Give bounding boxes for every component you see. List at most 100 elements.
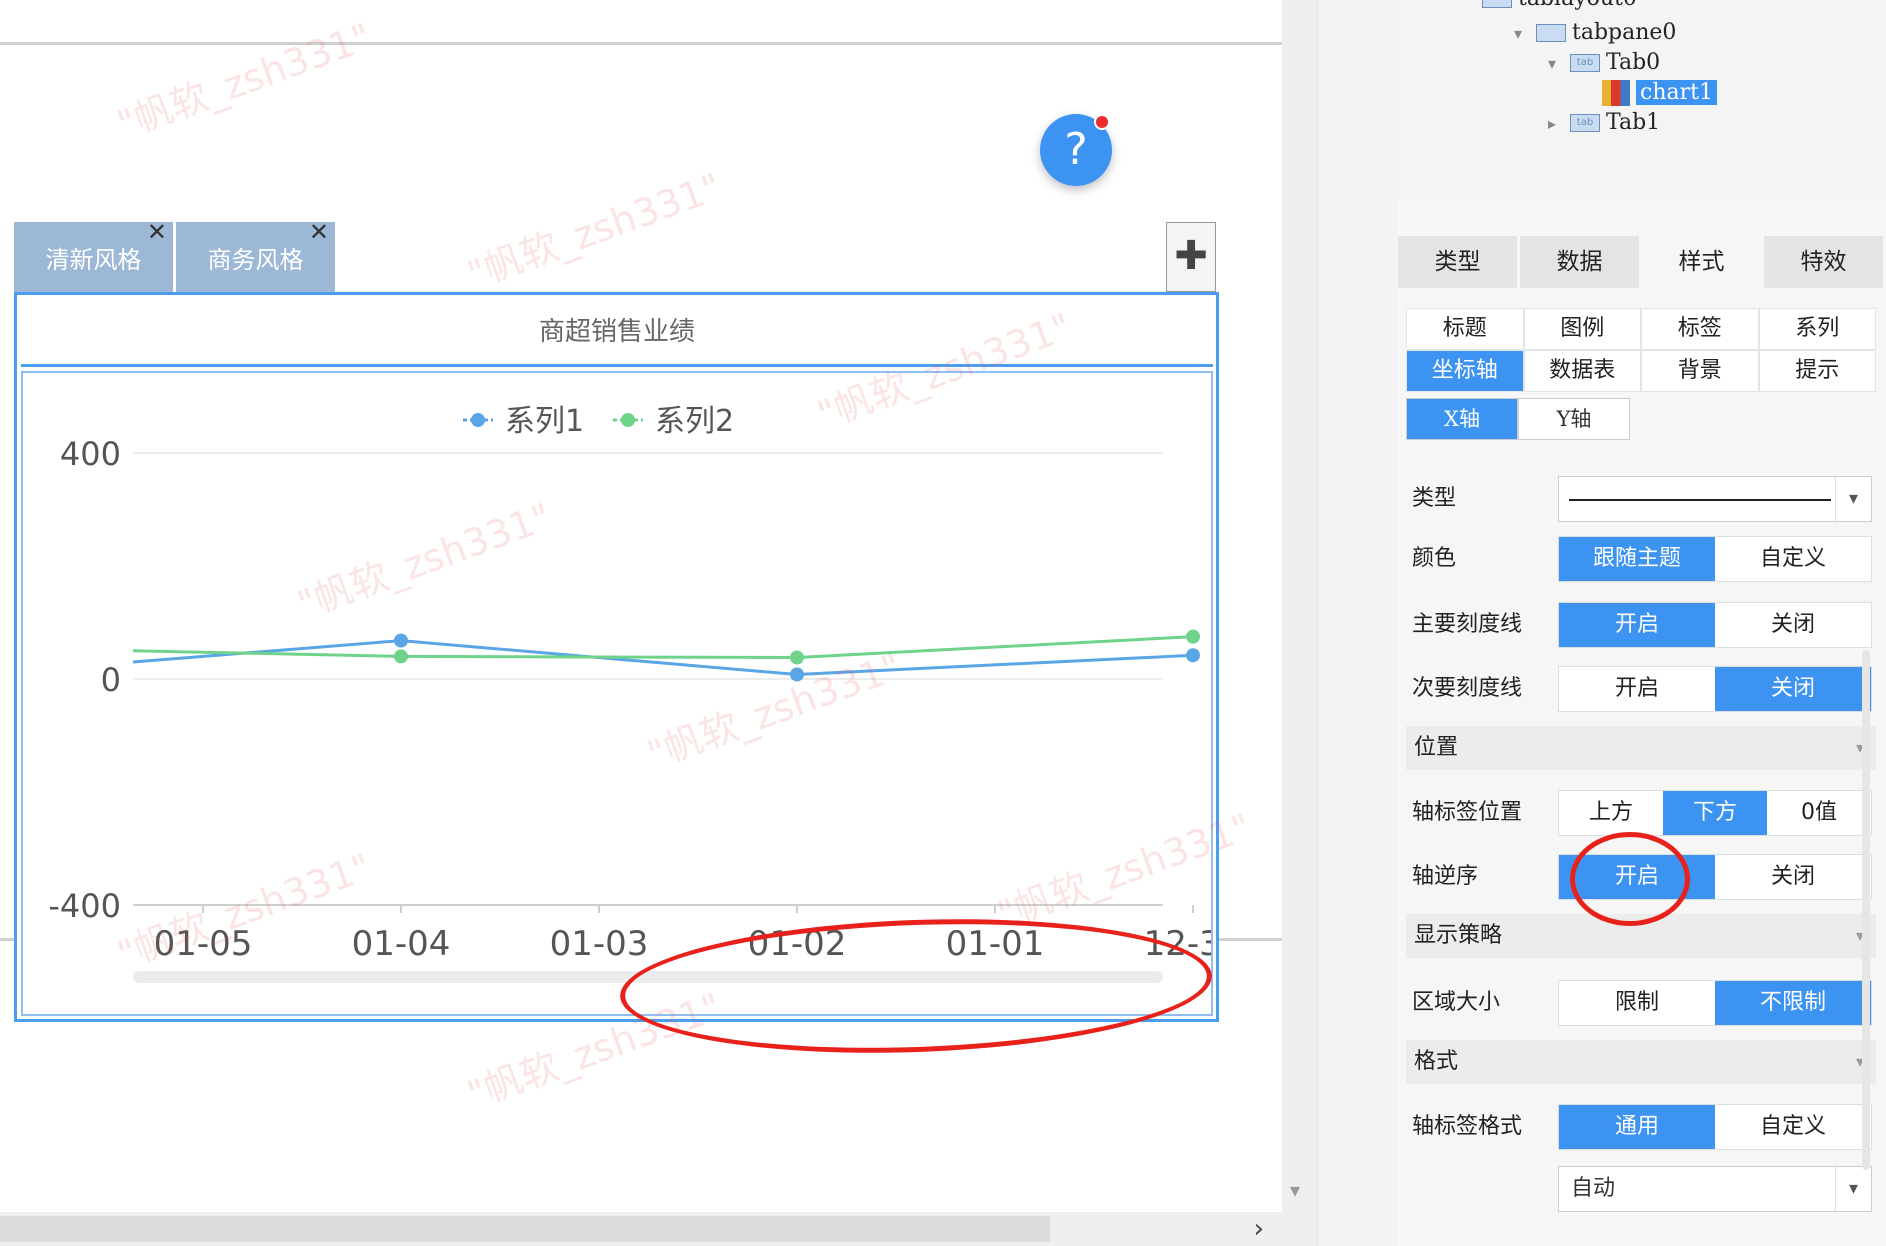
prop-major-tick: 主要刻度线 开启 关闭 [1412,602,1872,648]
prop-label: 轴标签位置 [1412,800,1523,825]
tree-node-chart1[interactable]: chart1 [1602,76,1717,110]
data-point [1186,648,1200,663]
tabpane-icon [1536,24,1566,42]
option-on[interactable]: 开启 [1559,603,1715,647]
section-title: 显示策略 [1414,923,1503,948]
vertical-scrollbar[interactable] [1282,0,1318,1246]
component-tree: tablayout0 ▾tabpane0 ▾tabTab0 chart1 ▸ta… [1398,0,1886,200]
tab-icon: tab [1570,54,1600,72]
option-follow-theme[interactable]: 跟随主题 [1559,537,1715,581]
subtab-tooltip[interactable]: 提示 [1758,350,1876,392]
expand-icon[interactable]: ▾ [1514,17,1536,51]
section-title: 位置 [1414,735,1459,760]
chart-title[interactable]: 商超销售业绩 [21,297,1213,367]
option-no-limit[interactable]: 不限制 [1715,981,1871,1025]
option-off[interactable]: 关闭 [1715,667,1871,711]
prop-label-position: 轴标签位置 上方 下方 0值 [1412,790,1872,836]
line-style-preview [1569,499,1831,501]
tree-node-label: chart1 [1636,80,1717,105]
chevron-down-icon: ▾ [1835,1167,1871,1211]
subtab-background[interactable]: 背景 [1641,350,1759,392]
subtab-series[interactable]: 系列 [1758,308,1876,350]
close-icon[interactable]: ✕ [147,212,167,252]
option-zero[interactable]: 0值 [1767,791,1871,835]
tree-node-tab1[interactable]: ▸ tab Tab1 [1548,106,1660,140]
horizontal-scrollbar[interactable]: › [0,1212,1282,1246]
section-title: 格式 [1414,1049,1459,1074]
option-custom[interactable]: 自定义 [1715,1105,1871,1149]
plot-area[interactable]: 4000-40001-0501-0401-0301-0201-0112-31系列… [21,371,1213,1016]
option-on[interactable]: 开启 [1559,667,1715,711]
prop-color: 颜色 跟随主题 自定义 [1412,536,1872,582]
notification-dot [1094,114,1110,130]
prop-label: 次要刻度线 [1412,676,1523,701]
add-tab-button[interactable]: ✚ [1166,222,1216,292]
canvas-divider-top [0,42,1282,45]
layout-icon [1482,0,1512,8]
label-format-toggle: 通用 自定义 [1558,1104,1872,1150]
panel-scrollbar[interactable] [1862,650,1870,1170]
prop-label: 轴逆序 [1412,864,1479,889]
subtab-legend[interactable]: 图例 [1523,308,1641,350]
chevron-down-icon[interactable]: ▾ [1290,1178,1300,1202]
data-point [1186,629,1200,644]
prop-label: 区域大小 [1412,990,1501,1015]
tab-style[interactable]: 样式 [1642,236,1761,288]
data-point [790,667,804,682]
scrollbar-thumb[interactable] [0,1216,1050,1242]
subtab-label[interactable]: 标签 [1641,308,1759,350]
data-point [790,650,804,665]
chart-widget[interactable]: 商超销售业绩 400 0 -400 01-05 01-04 01-03 01-02 01-01… [14,292,1219,1022]
y-tick-label: -400 [48,887,121,925]
tab-y-axis[interactable]: Y轴 [1518,398,1630,440]
format-select[interactable]: 自动 ▾ [1558,1166,1872,1212]
section-position[interactable]: 位置 ▾ [1406,726,1876,770]
section-format[interactable]: 格式 ▾ [1406,1040,1876,1084]
tree-node-label: tabpane0 [1572,20,1677,45]
prop-label: 颜色 [1412,546,1457,571]
chevron-right-icon[interactable]: › [1254,1212,1264,1246]
subtab-datasheet[interactable]: 数据表 [1523,350,1641,392]
tree-node-tablayout[interactable]: tablayout0 [1482,0,1637,16]
close-icon[interactable]: ✕ [309,212,329,252]
x-tick-label: 01-03 [550,924,649,964]
tree-node-label: Tab1 [1606,110,1661,135]
chevron-down-icon: ▾ [1835,477,1871,521]
help-button[interactable]: ? [1040,114,1112,186]
tree-node-tab0[interactable]: ▾ tab Tab0 [1548,46,1660,80]
subtab-axis[interactable]: 坐标轴 [1406,350,1524,392]
report-canvas[interactable]: ? 清新风格 ✕ 商务风格 ✕ ✚ 商超销售业绩 400 0 -400 01-05 01… [0,0,1282,1246]
option-custom[interactable]: 自定义 [1715,537,1871,581]
question-icon: ? [1064,124,1088,175]
style-tab-fresh[interactable]: 清新风格 ✕ [14,218,174,292]
expand-icon[interactable]: ▾ [1548,47,1570,81]
y-tick-label: 400 [60,435,121,473]
option-bottom[interactable]: 下方 [1663,791,1767,835]
tab-icon: tab [1570,114,1600,132]
tab-effects[interactable]: 特效 [1764,236,1883,288]
axis-tabs: X轴 Y轴 [1406,398,1630,440]
style-tab-label: 清新风格 [45,246,142,274]
legend-label: 系列2 [655,404,734,439]
property-panel: tablayout0 ▾tabpane0 ▾tabTab0 chart1 ▸ta… [1398,0,1886,1246]
option-top[interactable]: 上方 [1559,791,1663,835]
select-value: 自动 [1571,1176,1616,1201]
option-off[interactable]: 关闭 [1715,855,1871,899]
tree-node-tabpane[interactable]: ▾ tabpane0 [1514,16,1676,50]
tab-type[interactable]: 类型 [1398,236,1517,288]
style-tab-business[interactable]: 商务风格 ✕ [176,218,336,292]
tab-data[interactable]: 数据 [1520,236,1639,288]
prop-label-format: 轴标签格式 通用 自定义 [1412,1104,1872,1150]
series-line [132,635,1194,660]
prop-format-select: 自动 ▾ [1412,1166,1872,1212]
line-type-select[interactable]: ▾ [1558,476,1872,522]
subtab-title[interactable]: 标题 [1406,308,1524,350]
option-off[interactable]: 关闭 [1715,603,1871,647]
prop-minor-tick: 次要刻度线 开启 关闭 [1412,666,1872,712]
option-limit[interactable]: 限制 [1559,981,1715,1025]
tab-x-axis[interactable]: X轴 [1406,398,1518,440]
collapsed-icon[interactable]: ▸ [1548,107,1570,141]
option-general[interactable]: 通用 [1559,1105,1715,1149]
chart-icon [1602,80,1630,106]
area-size-toggle: 限制 不限制 [1558,980,1872,1026]
